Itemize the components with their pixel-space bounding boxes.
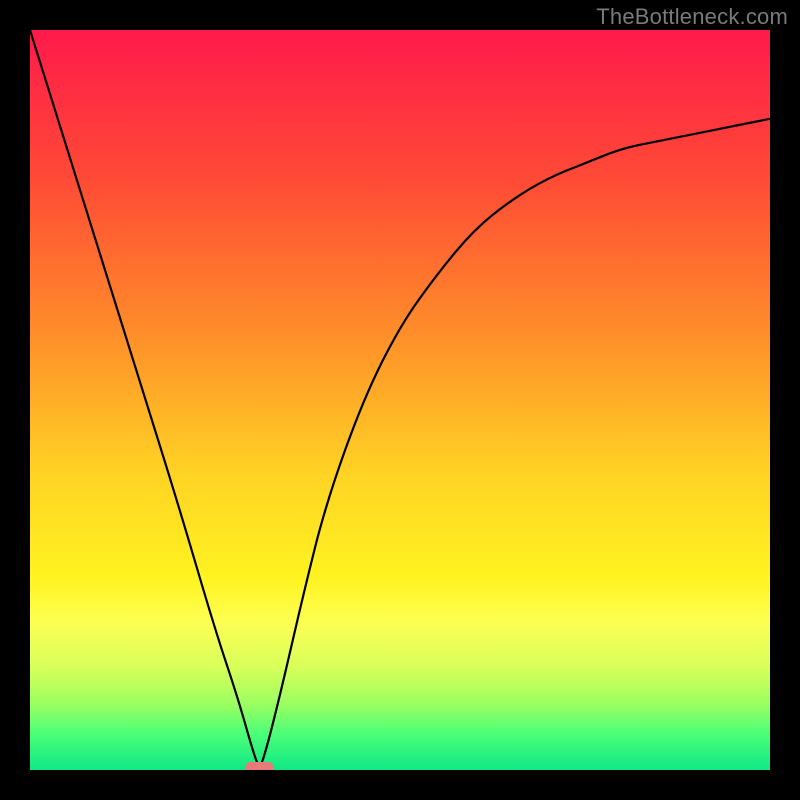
minimum-marker bbox=[245, 762, 273, 770]
chart-svg bbox=[30, 30, 770, 770]
watermark-text: TheBottleneck.com bbox=[596, 4, 788, 30]
plot-area bbox=[30, 30, 770, 770]
chart-container: TheBottleneck.com bbox=[0, 0, 800, 800]
